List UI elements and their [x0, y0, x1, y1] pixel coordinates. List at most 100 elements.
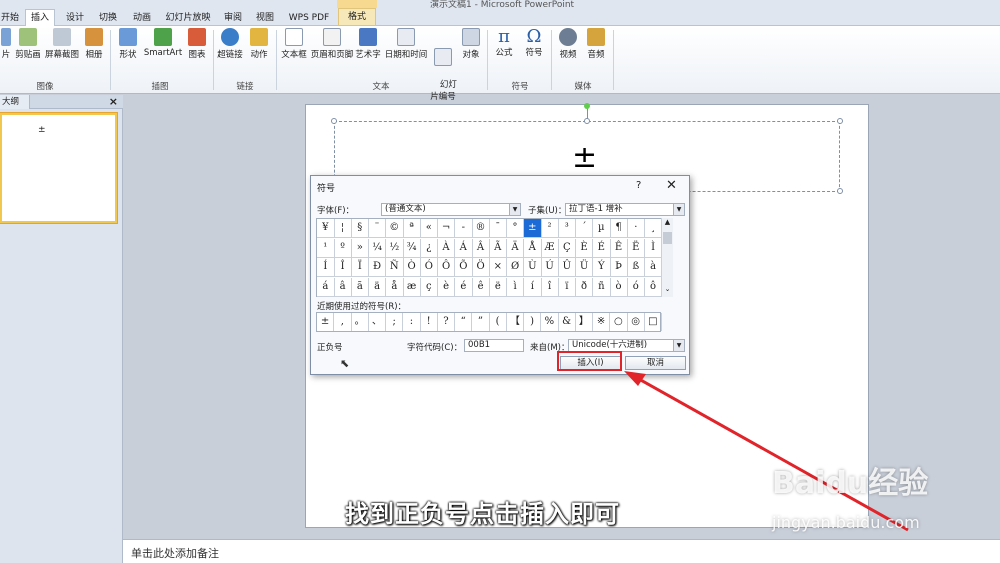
resize-handle[interactable] — [837, 118, 843, 124]
symbol-cell[interactable]: ð — [575, 277, 594, 297]
symbol-cell[interactable]: · — [627, 219, 646, 238]
recent-symbol-cell[interactable]: ” — [472, 313, 490, 331]
symbol-cell[interactable]: - — [455, 219, 473, 238]
symbol-cell[interactable]: É — [593, 238, 611, 258]
symbol-cell[interactable]: ® — [472, 219, 490, 238]
symbol-cell[interactable]: ° — [506, 219, 525, 238]
screenshot-button[interactable]: 屏幕截图 — [44, 28, 80, 60]
shapes-button[interactable]: 形状 — [116, 28, 140, 60]
symbol-cell[interactable]: Õ — [455, 258, 473, 277]
symbol-cell[interactable]: Ú — [541, 258, 559, 277]
symbol-cell[interactable]: Ô — [437, 258, 456, 277]
smartart-button[interactable]: SmartArt — [142, 28, 184, 58]
recent-symbol-cell[interactable]: ; — [386, 313, 404, 331]
cancel-button[interactable]: 取消 — [625, 356, 686, 370]
symbol-button[interactable]: Ω 符号 — [522, 28, 546, 59]
chevron-up-icon[interactable]: ▲ — [662, 218, 673, 226]
symbol-cell[interactable]: Í — [317, 258, 335, 277]
recent-symbol-cell[interactable]: ± — [317, 313, 335, 331]
symbol-cell[interactable]: Þ — [610, 258, 628, 277]
symbol-cell[interactable]: Á — [455, 238, 473, 258]
symbol-cell[interactable]: ² — [541, 219, 559, 238]
scrollbar-thumb[interactable] — [663, 232, 672, 244]
tab-outline[interactable]: 大纲 — [0, 95, 31, 109]
symbol-cell[interactable]: ñ — [593, 277, 611, 297]
chevron-down-icon[interactable]: ⌄ — [662, 285, 673, 293]
symbol-cell[interactable]: Ò — [403, 258, 421, 277]
symbol-cell[interactable]: ¯ — [489, 219, 508, 238]
photo-album-button[interactable]: 相册 — [83, 28, 105, 60]
tab-format[interactable]: 格式 — [338, 8, 376, 26]
recent-symbol-cell[interactable]: ! — [421, 313, 438, 331]
symbol-cell[interactable]: Å — [524, 238, 542, 258]
symbol-cell[interactable]: Ï — [351, 258, 370, 277]
symbol-cell[interactable]: ¦ — [334, 219, 352, 238]
tab-view[interactable]: 视图 — [252, 10, 278, 26]
hyperlink-button[interactable]: 超链接 — [217, 28, 243, 60]
symbol-cell[interactable]: ´ — [575, 219, 594, 238]
symbol-cell[interactable]: È — [575, 238, 594, 258]
symbol-cell[interactable]: § — [351, 219, 370, 238]
recent-symbol-cell[interactable]: & — [559, 313, 576, 331]
header-footer-button[interactable]: 页眉和页脚 — [310, 28, 354, 60]
action-button[interactable]: 动作 — [247, 28, 271, 60]
symbol-cell[interactable]: Ù — [524, 258, 542, 277]
recent-symbol-cell[interactable]: ◎ — [628, 313, 645, 331]
symbol-cell[interactable]: ç — [420, 277, 439, 297]
symbol-cell[interactable]: Ð — [368, 258, 387, 277]
symbol-cell[interactable]: Ä — [506, 238, 525, 258]
tab-slideshow[interactable]: 幻灯片放映 — [162, 10, 214, 26]
recent-symbol-cell[interactable]: □ — [645, 313, 662, 331]
recent-symbol-cell[interactable]: % — [541, 313, 559, 331]
symbol-cell[interactable]: Î — [334, 258, 352, 277]
symbol-cell[interactable]: ò — [610, 277, 628, 297]
symbol-cell[interactable]: Â — [472, 238, 490, 258]
symbol-cell[interactable]: À — [437, 238, 456, 258]
symbol-cell[interactable]: ¾ — [403, 238, 421, 258]
tab-review[interactable]: 审阅 — [220, 10, 246, 26]
symbol-cell[interactable]: æ — [403, 277, 421, 297]
symbol-cell[interactable]: ¶ — [610, 219, 628, 238]
symbol-cell[interactable]: í — [524, 277, 542, 297]
symbol-cell[interactable]: ¬ — [437, 219, 456, 238]
symbol-cell[interactable]: Ç — [558, 238, 577, 258]
slide-number-button[interactable]: 幻灯 片编号 — [429, 28, 457, 112]
symbol-cell[interactable]: ì — [506, 277, 525, 297]
symbol-cell[interactable]: » — [351, 238, 370, 258]
symbol-cell[interactable]: ¹ — [317, 238, 335, 258]
recent-symbol-cell[interactable]: ( — [490, 313, 507, 331]
character-code-input[interactable]: 00B1 — [464, 339, 524, 352]
recent-symbol-cell[interactable]: ? — [438, 313, 455, 331]
symbol-cell[interactable]: Ì — [644, 238, 663, 258]
picture-button[interactable]: 片 — [0, 28, 12, 60]
resize-handle[interactable] — [837, 188, 843, 194]
symbol-cell[interactable]: Ö — [472, 258, 490, 277]
date-time-button[interactable]: 日期和时间 — [384, 28, 428, 60]
symbol-cell[interactable]: ¼ — [368, 238, 387, 258]
recent-symbol-cell[interactable]: “ — [455, 313, 473, 331]
symbol-cell[interactable]: ó — [627, 277, 646, 297]
symbol-cell[interactable]: ê — [472, 277, 490, 297]
recent-symbol-cell[interactable]: 、 — [369, 313, 386, 331]
symbol-cell-selected[interactable]: ± — [524, 219, 542, 238]
symbol-cell[interactable]: ¸ — [644, 219, 663, 238]
symbol-cell[interactable]: Ê — [610, 238, 628, 258]
symbol-cell[interactable]: à — [644, 258, 663, 277]
resize-handle[interactable] — [584, 118, 590, 124]
symbol-cell[interactable]: ¿ — [420, 238, 439, 258]
chart-button[interactable]: 图表 — [186, 28, 208, 60]
symbol-cell[interactable]: Ü — [575, 258, 594, 277]
textbox-button[interactable]: 文本框 — [279, 28, 309, 60]
symbol-cell[interactable]: é — [455, 277, 473, 297]
symbol-cell[interactable]: å — [386, 277, 404, 297]
symbol-cell[interactable]: ³ — [558, 219, 577, 238]
symbol-cell[interactable]: º — [334, 238, 352, 258]
recent-symbol-cell[interactable]: ※ — [593, 313, 611, 331]
recent-symbol-cell[interactable]: 【 — [507, 313, 524, 331]
tab-transitions[interactable]: 切换 — [93, 10, 123, 26]
resize-handle[interactable] — [331, 118, 337, 124]
symbol-cell[interactable]: â — [334, 277, 352, 297]
symbol-cell[interactable]: µ — [593, 219, 611, 238]
symbol-cell[interactable]: ß — [627, 258, 646, 277]
recent-symbol-cell[interactable]: , — [334, 313, 352, 331]
